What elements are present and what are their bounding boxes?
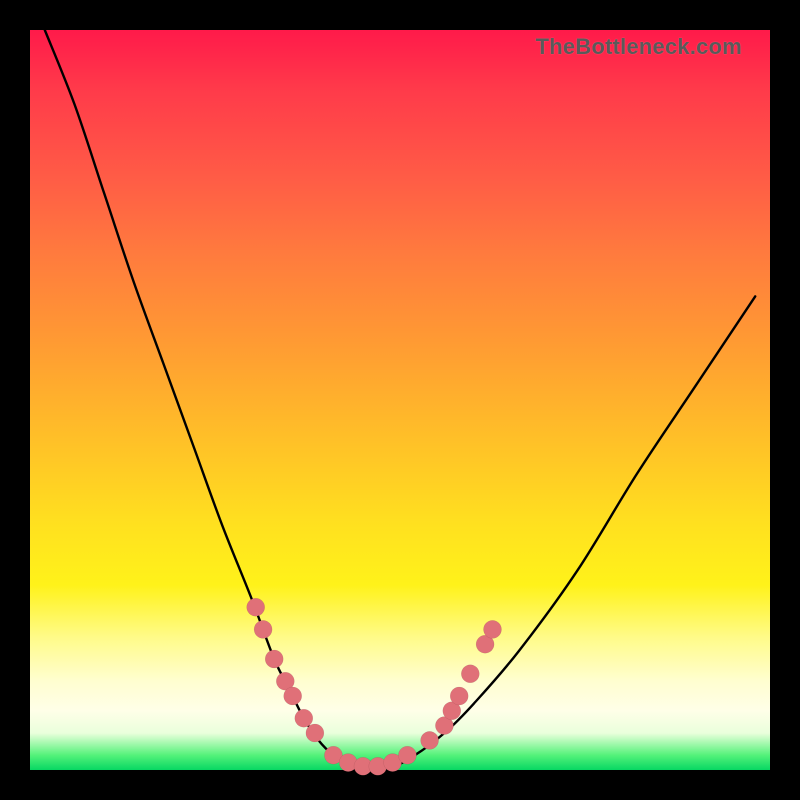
marker-right-cluster [450, 687, 468, 705]
chart-svg [30, 30, 770, 770]
marker-left-cluster [295, 709, 313, 727]
marker-left-cluster [306, 724, 324, 742]
marker-left-cluster [284, 687, 302, 705]
marker-left-cluster [265, 650, 283, 668]
plot-area: TheBottleneck.com [30, 30, 770, 770]
bottleneck-curve [45, 30, 755, 772]
marker-left-cluster [247, 598, 265, 616]
marker-right-cluster [461, 665, 479, 683]
marker-bottom-run [398, 746, 416, 764]
marker-right-cluster [421, 731, 439, 749]
marker-layer [247, 598, 502, 775]
outer-frame: TheBottleneck.com [0, 0, 800, 800]
marker-left-cluster [254, 620, 272, 638]
marker-right-cluster [484, 620, 502, 638]
